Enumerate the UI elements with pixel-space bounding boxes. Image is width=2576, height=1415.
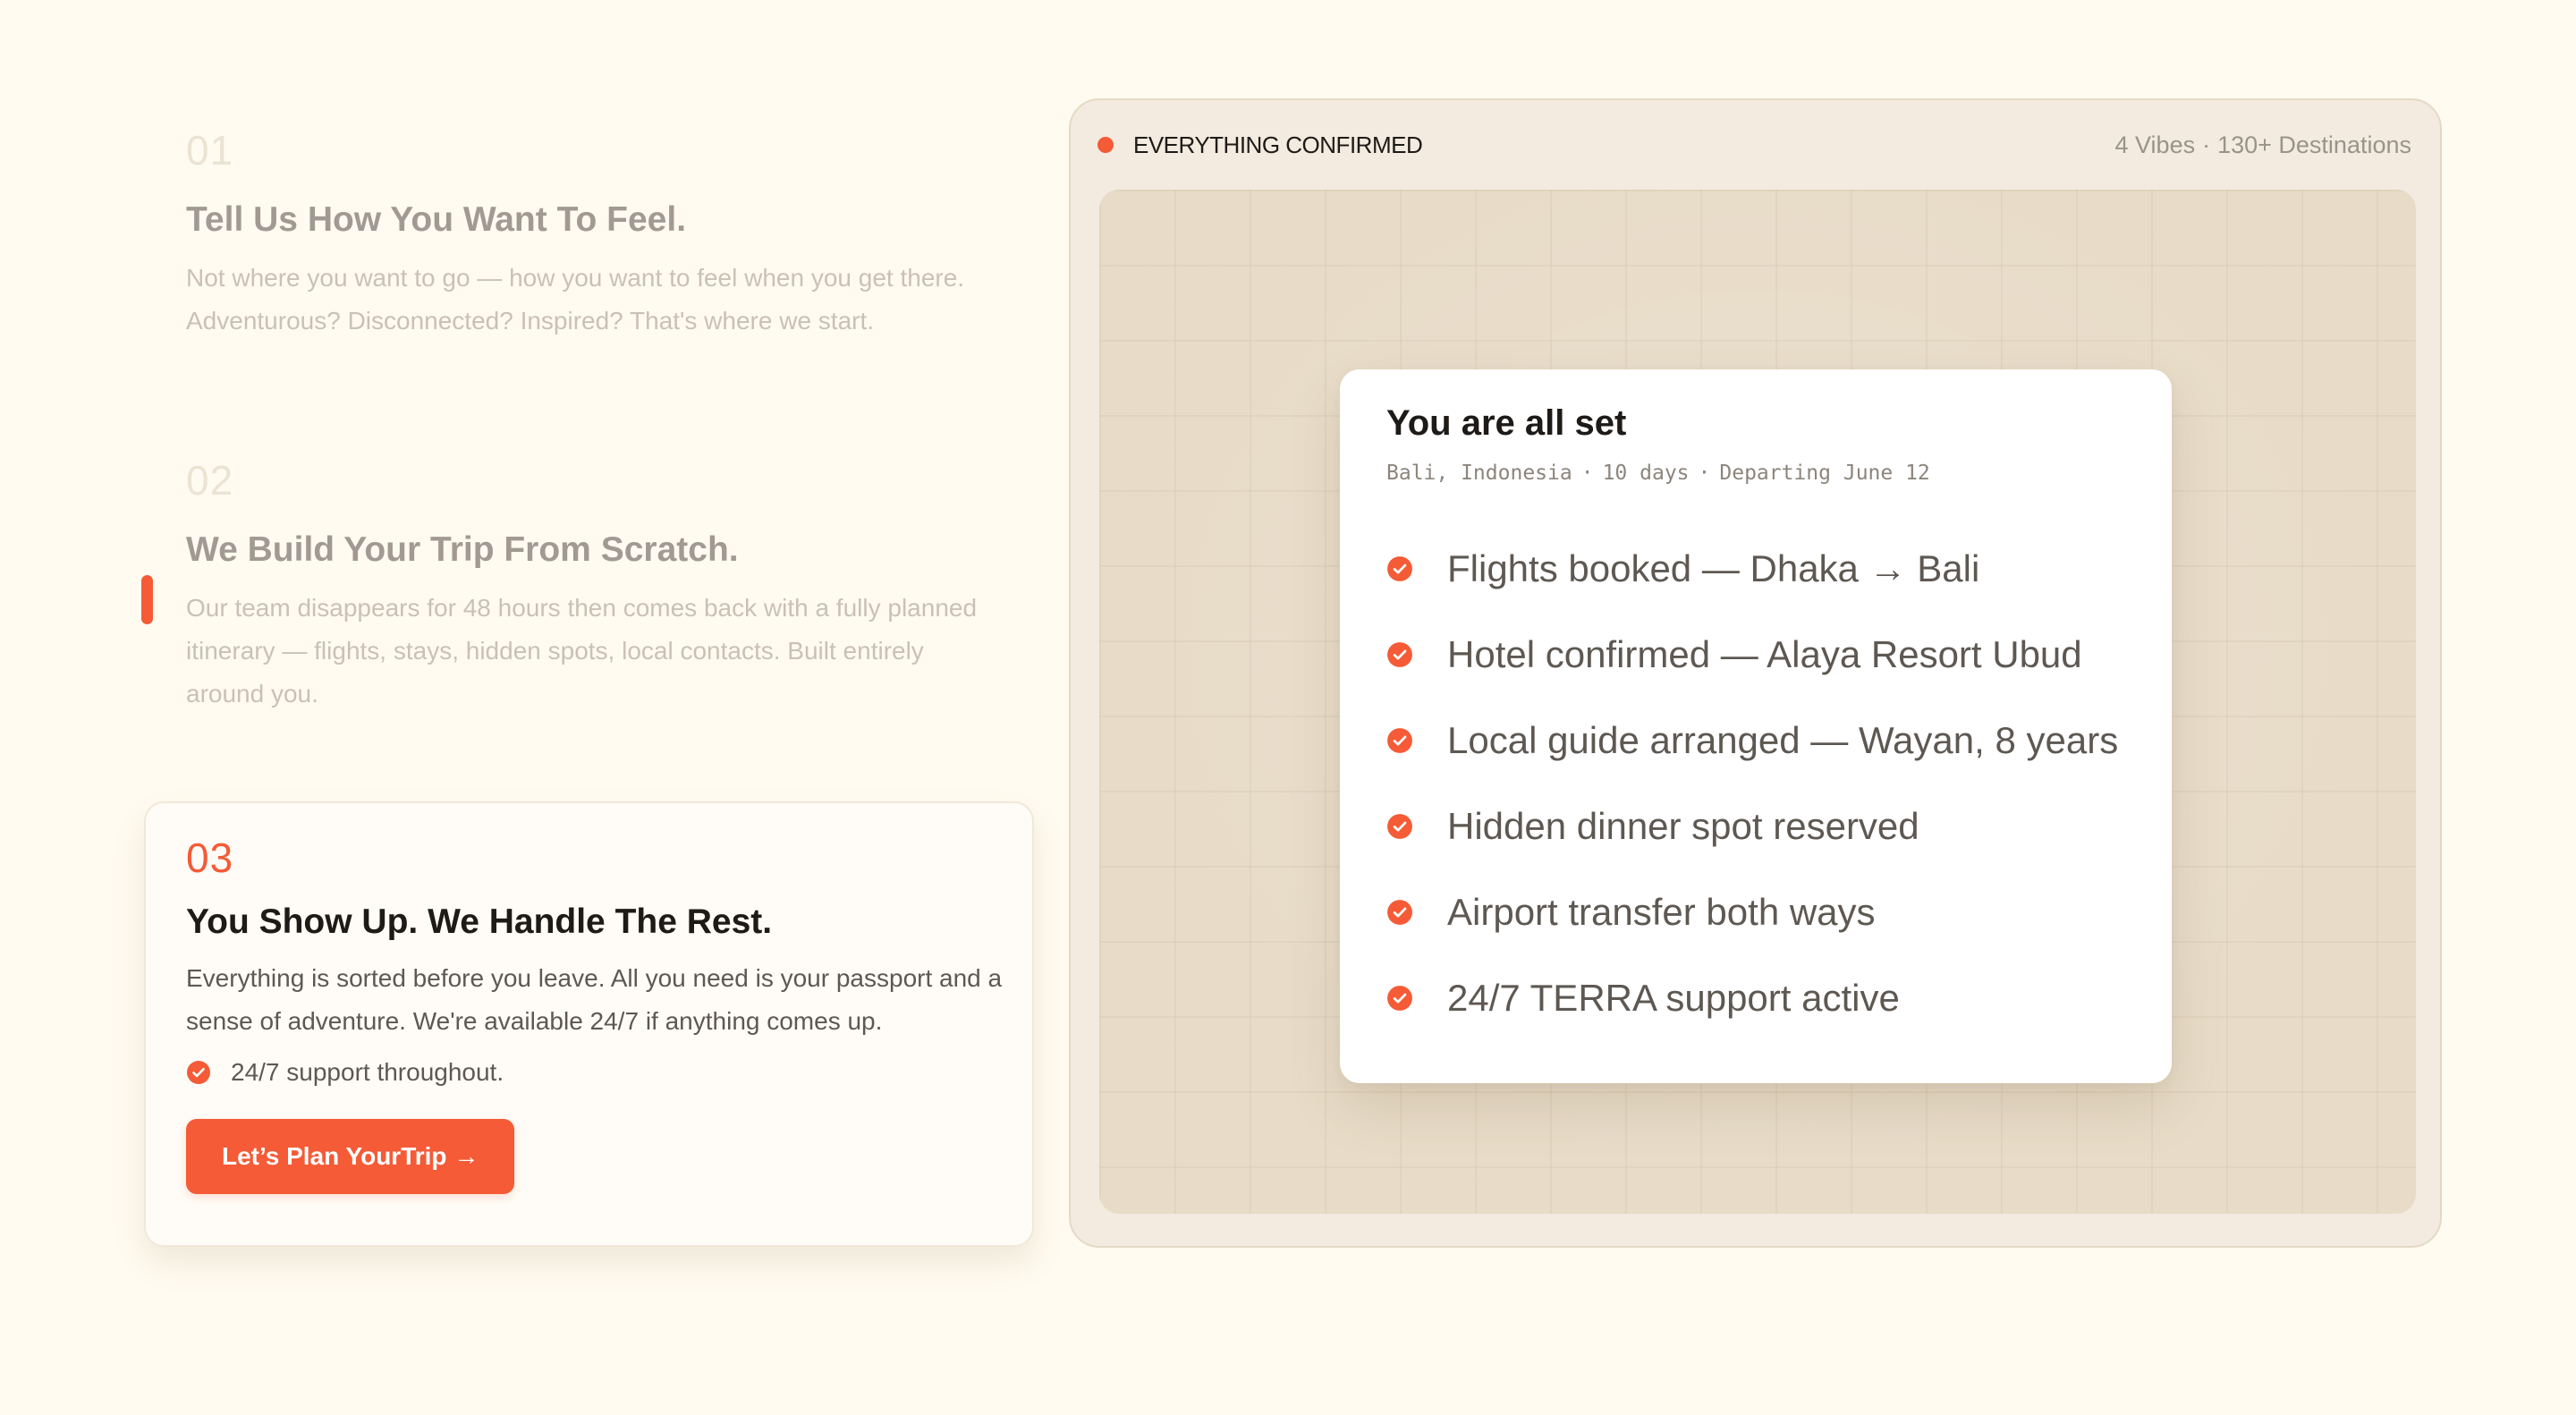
step-description: Our team disappears for 48 hours then co… [186, 593, 978, 708]
confirmation-item: Hotel confirmed — Alaya Resort Ubud [1386, 612, 2156, 698]
confirmation-item: 24/7 TERRA support active [1386, 955, 2156, 1041]
support-note: 24/7 support throughout. [186, 1058, 1009, 1087]
vibes-count: 4 Vibes [2114, 131, 2196, 158]
trip-duration: 10 days [1602, 462, 1690, 485]
confirmation-item-label: Hotel confirmed — Alaya Resort Ubud [1447, 633, 2082, 675]
step-number: 02 [186, 457, 234, 504]
meta-separator: · [2202, 131, 2211, 158]
check-circle-icon [1386, 813, 1413, 840]
confirmation-item: Airport transfer both ways [1386, 869, 2156, 955]
detail-separator: · [1580, 462, 1594, 485]
confirmation-title: You are all set [1386, 403, 1627, 443]
confirmation-item: Hidden dinner spot reserved [1386, 784, 2156, 869]
panel-header: EVERYTHING CONFIRMED 4 Vibes · 130+ Destin… [1097, 127, 2411, 163]
confirmation-item: Flights booked — Dhaka → Bali [1386, 526, 2156, 612]
trip-departure: Departing June 12 [1719, 462, 1930, 485]
step-01[interactable]: 01 Tell Us How You Want To Feel. Not whe… [186, 130, 991, 343]
plan-trip-button[interactable]: Let’s Plan YourTrip → [186, 1118, 515, 1194]
trip-confirmation-card: You are all set Bali, Indonesia · 10 days ·… [1340, 369, 2172, 1083]
step-title: You Show Up. We Handle The Rest. [186, 902, 773, 941]
support-note-text: 24/7 support throughout. [231, 1057, 504, 1086]
step-title: We Build Your Trip From Scratch. [186, 530, 739, 569]
destinations-count: 130+ Destinations [2217, 131, 2411, 158]
step-title: Tell Us How You Want To Feel. [186, 200, 687, 239]
confirmation-item-label: Flights booked — Dhaka → Bali [1447, 547, 1980, 589]
trip-destination: Bali, Indonesia [1386, 462, 1572, 485]
confirmation-item-label: Local guide arranged — Wayan, 8 years [1447, 719, 2119, 761]
step-description: Everything is sorted before you leave. A… [186, 963, 1003, 1035]
check-circle-icon [1386, 899, 1413, 926]
confirmation-list: Flights booked — Dhaka → Bali Hotel conf… [1386, 526, 2156, 1041]
step-number: 03 [186, 835, 234, 881]
step-03-card[interactable]: 03 You Show Up. We Handle The Rest. Ever… [144, 801, 1034, 1247]
confirmation-item-label: 24/7 TERRA support active [1447, 977, 1900, 1019]
step-02[interactable]: 02 We Build Your Trip From Scratch. Our … [186, 460, 991, 716]
confirmation-item-label: Hidden dinner spot reserved [1447, 805, 1919, 847]
trip-details: Bali, Indonesia · 10 days · Departing June 1… [1386, 462, 1930, 485]
check-circle-icon [1386, 985, 1413, 1012]
confirmation-item: Local guide arranged — Wayan, 8 years [1386, 698, 2156, 784]
status-dot-icon [1097, 137, 1114, 153]
step-number: 01 [186, 127, 234, 174]
how-it-works-section: 01 Tell Us How You Want To Feel. Not whe… [0, 0, 2576, 1415]
panel-meta: 4 Vibes · 130+ Destinations [2115, 131, 2411, 159]
check-circle-icon [1386, 641, 1413, 668]
detail-separator: · [1698, 462, 1711, 485]
check-circle-icon [1386, 555, 1413, 582]
step-description: Not where you want to go — how you want … [186, 263, 965, 335]
check-circle-icon [1386, 727, 1413, 754]
confirmation-item-label: Airport transfer both ways [1447, 891, 1876, 933]
status: EVERYTHING CONFIRMED [1097, 131, 1423, 159]
status-label: EVERYTHING CONFIRMED [1133, 131, 1423, 158]
step-progress-indicator [141, 575, 153, 624]
check-circle-icon [186, 1060, 211, 1085]
